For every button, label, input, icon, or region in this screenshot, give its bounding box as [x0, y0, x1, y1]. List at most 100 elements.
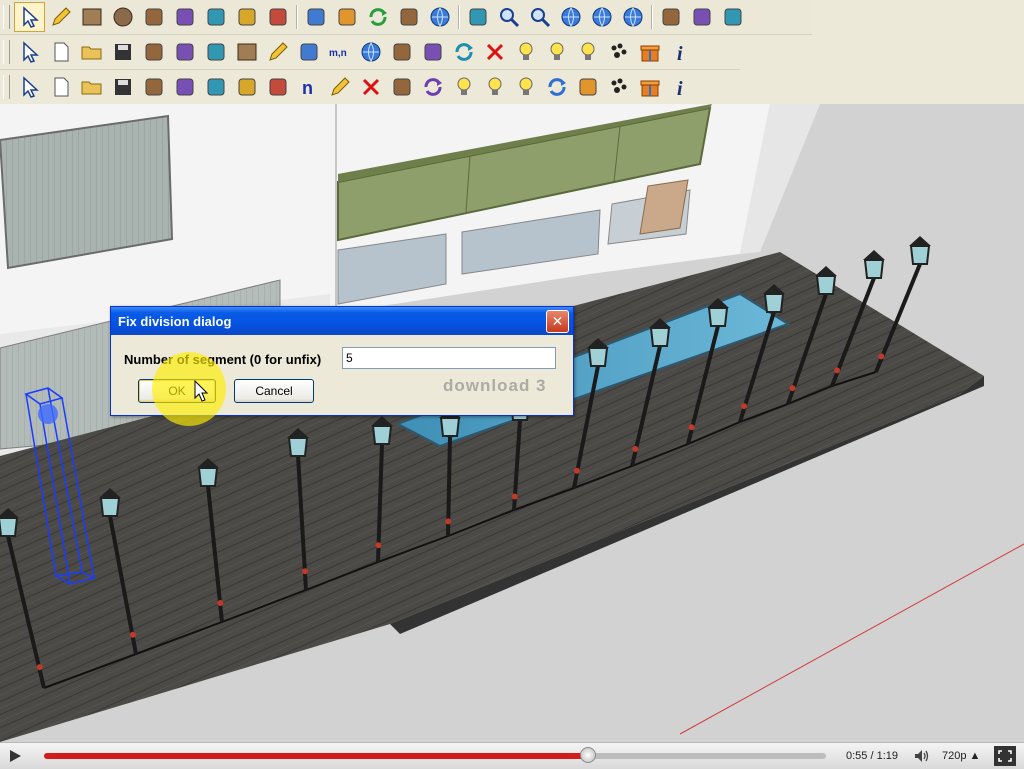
toolbar-button-bulb-off[interactable] [510, 37, 541, 67]
info-icon: i [677, 78, 683, 99]
toolbar-button-bulbs-group[interactable] [541, 37, 572, 67]
toolbar-button-branch[interactable] [572, 72, 603, 102]
bulb-off-icon [519, 42, 532, 60]
toolbar-button-bulb-on[interactable] [572, 37, 603, 67]
toolbar-button-refresh[interactable] [417, 72, 448, 102]
toolbar-button-3d-warehouse[interactable] [586, 2, 617, 32]
toolbar-button-gear[interactable] [231, 72, 262, 102]
quality-selector[interactable]: 720p ▲ [942, 750, 986, 762]
toolbar-button-orbit[interactable] [424, 2, 455, 32]
progress-knob[interactable] [580, 747, 597, 763]
toolbar-button-link[interactable] [200, 37, 231, 67]
pipette-icon [393, 78, 410, 96]
toolbar-button-refresh[interactable] [448, 37, 479, 67]
toolbar-button-geo-location[interactable] [617, 2, 648, 32]
toolbar-button-select-arrow[interactable] [14, 2, 45, 32]
toolbar-button-node[interactable] [417, 37, 448, 67]
pan-hand-icon [469, 8, 486, 26]
paw-prints-icon [611, 78, 626, 93]
toolbar-button-circle[interactable] [107, 2, 138, 32]
toolbar-button-link[interactable] [200, 72, 231, 102]
toolbar-button-rotate-star[interactable] [331, 2, 362, 32]
toolbar-button-eraser[interactable] [200, 2, 231, 32]
toolbar-button-arc[interactable] [138, 2, 169, 32]
fullscreen-button[interactable] [994, 746, 1016, 766]
toolbar-button-gift[interactable] [634, 37, 665, 67]
toolbar-button-divide[interactable] [293, 37, 324, 67]
gear-icon [238, 78, 255, 96]
toolbar-button-zoom[interactable] [493, 2, 524, 32]
toolbar-button-paw-prints[interactable] [603, 72, 634, 102]
toolbar-button-save-disk[interactable] [107, 72, 138, 102]
save-disk-icon [114, 79, 131, 95]
play-button[interactable] [0, 743, 30, 769]
circle-icon [113, 7, 132, 27]
toolbar-grip[interactable] [3, 5, 10, 29]
toolbar-button-pan-hand[interactable] [462, 2, 493, 32]
refresh-icon [424, 78, 442, 96]
toolbar-button-offset[interactable] [393, 2, 424, 32]
toolbar-button-globe[interactable] [555, 2, 586, 32]
model-viewport[interactable] [0, 104, 1024, 742]
toolbar-button-n-letter[interactable]: n [293, 72, 324, 102]
house-icon [724, 8, 741, 26]
toolbar-button-components[interactable] [655, 2, 686, 32]
toolbar-button-stamp[interactable] [169, 72, 200, 102]
click-highlight [152, 352, 226, 426]
select-arrow-icon [22, 41, 39, 63]
pencil-icon [268, 42, 288, 61]
toolbar-button-info[interactable]: i [665, 37, 696, 67]
toolbar-button-share-model[interactable] [686, 2, 717, 32]
toolbar-button-new-file[interactable] [45, 37, 76, 67]
toolbar-grip[interactable] [3, 75, 10, 99]
progress-bar[interactable] [44, 747, 826, 763]
toolbar-button-paint-bucket[interactable] [169, 2, 200, 32]
toolbar-button-follow-me[interactable] [362, 2, 393, 32]
toolbar-button-open-folder[interactable] [76, 72, 107, 102]
toolbar-button-bulbs-group[interactable] [479, 72, 510, 102]
toolbar-button-globe[interactable] [355, 37, 386, 67]
toolbar-button-zoom-extents[interactable] [524, 2, 555, 32]
toolbar-button-push-pull[interactable] [300, 2, 331, 32]
toolbar-button-tape-measure[interactable] [231, 2, 262, 32]
toolbar-button-pencil[interactable] [324, 72, 355, 102]
toolbar-button-curve[interactable] [262, 72, 293, 102]
toolbar-button-select-arrow[interactable] [14, 72, 45, 102]
toolbar-button-arrows[interactable] [541, 72, 572, 102]
toolbar-grip[interactable] [3, 40, 10, 64]
toolbar-button-paint-brush[interactable] [262, 2, 293, 32]
toolbar-button-grid[interactable] [138, 37, 169, 67]
toolbar-button-pencil[interactable] [45, 2, 76, 32]
select-arrow-icon [22, 6, 39, 28]
toolbar-button-select-arrow[interactable] [14, 37, 45, 67]
cancel-button[interactable]: Cancel [234, 379, 314, 403]
open-folder-icon [81, 46, 101, 60]
toolbar-button-delete-x[interactable] [479, 37, 510, 67]
toolbar-button-bulb-off[interactable] [448, 72, 479, 102]
toolbar-button-house[interactable] [717, 2, 748, 32]
volume-button[interactable] [910, 749, 934, 763]
segment-input[interactable] [342, 347, 556, 369]
toolbar-button-bulb-on[interactable] [510, 72, 541, 102]
toolbar-button-pipette[interactable] [386, 72, 417, 102]
toolbar-button-gift[interactable] [634, 72, 665, 102]
toolbar-button-stamp[interactable] [169, 37, 200, 67]
toolbar-button-new-file[interactable] [45, 72, 76, 102]
mouse-cursor-icon [194, 380, 209, 402]
toolbar-button-hammer[interactable] [386, 37, 417, 67]
stamp-icon [176, 43, 193, 61]
toolbar-button-open-folder[interactable] [76, 37, 107, 67]
toolbar-button-pencil[interactable] [262, 37, 293, 67]
toolbar-button-delete-x[interactable] [355, 72, 386, 102]
toolbar-button-save-disk[interactable] [107, 37, 138, 67]
toolbar-button-nodes[interactable] [138, 72, 169, 102]
toolbar-button-info[interactable]: i [665, 72, 696, 102]
toolbar-row-3: ni [0, 70, 740, 105]
toolbar-button-paw-prints[interactable] [603, 37, 634, 67]
toolbar-button-rectangle[interactable] [76, 2, 107, 32]
refresh-icon [455, 43, 473, 61]
toolbar-button-box[interactable] [231, 37, 262, 67]
dialog-title-bar[interactable]: Fix division dialog ✕ [111, 307, 573, 335]
toolbar-button-mn-text[interactable]: m,n [324, 37, 355, 67]
close-icon[interactable]: ✕ [546, 309, 569, 333]
